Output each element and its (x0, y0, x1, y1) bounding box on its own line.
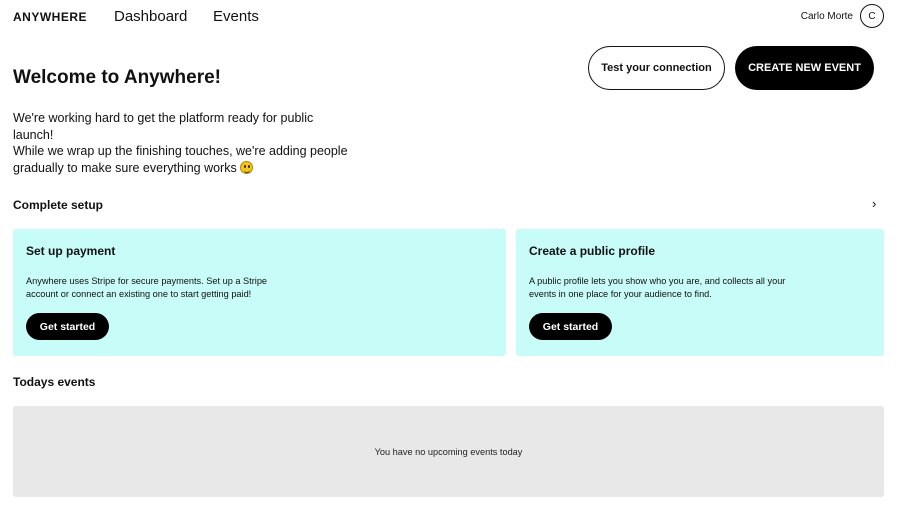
intro-line: gradually to make sure everything works (13, 160, 237, 175)
setup-payment-card: Set up payment Anywhere uses Stripe for … (13, 229, 506, 356)
public-profile-card: Create a public profile A public profile… (516, 229, 884, 356)
intro-line: While we wrap up the finishing touches, … (13, 144, 348, 158)
grinning-face-emoji-icon (240, 160, 254, 174)
page-title: Welcome to Anywhere! (13, 67, 221, 88)
intro-line: We're working hard to get the platform r… (13, 111, 314, 142)
intro-text: We're working hard to get the platform r… (13, 110, 353, 176)
empty-state-message: You have no upcoming events today (374, 446, 523, 457)
create-event-button[interactable]: CREATE NEW EVENT (735, 46, 874, 90)
user-name[interactable]: Carlo Morte (801, 11, 853, 22)
top-navigation: ANYWHERE Dashboard Events Carlo Morte C (0, 0, 900, 34)
nav-dashboard-link[interactable]: Dashboard (114, 8, 187, 25)
user-avatar[interactable]: C (860, 4, 884, 28)
intro-line-last: gradually to make sure everything works (13, 160, 353, 177)
profile-get-started-button[interactable]: Get started (529, 313, 612, 340)
card-title: Set up payment (26, 244, 116, 258)
card-description: Anywhere uses Stripe for secure payments… (26, 276, 268, 299)
complete-setup-heading: Complete setup (13, 198, 104, 212)
test-connection-button[interactable]: Test your connection (588, 46, 725, 90)
payment-get-started-button[interactable]: Get started (26, 313, 109, 340)
todays-events-heading: Todays events (13, 375, 96, 389)
nav-events-link[interactable]: Events (213, 8, 259, 25)
chevron-right-icon[interactable]: › (872, 196, 876, 211)
card-title: Create a public profile (529, 244, 656, 258)
no-events-panel: You have no upcoming events today (13, 406, 884, 497)
app-logo[interactable]: ANYWHERE (13, 10, 87, 24)
card-description: A public profile lets you show who you a… (529, 276, 786, 299)
